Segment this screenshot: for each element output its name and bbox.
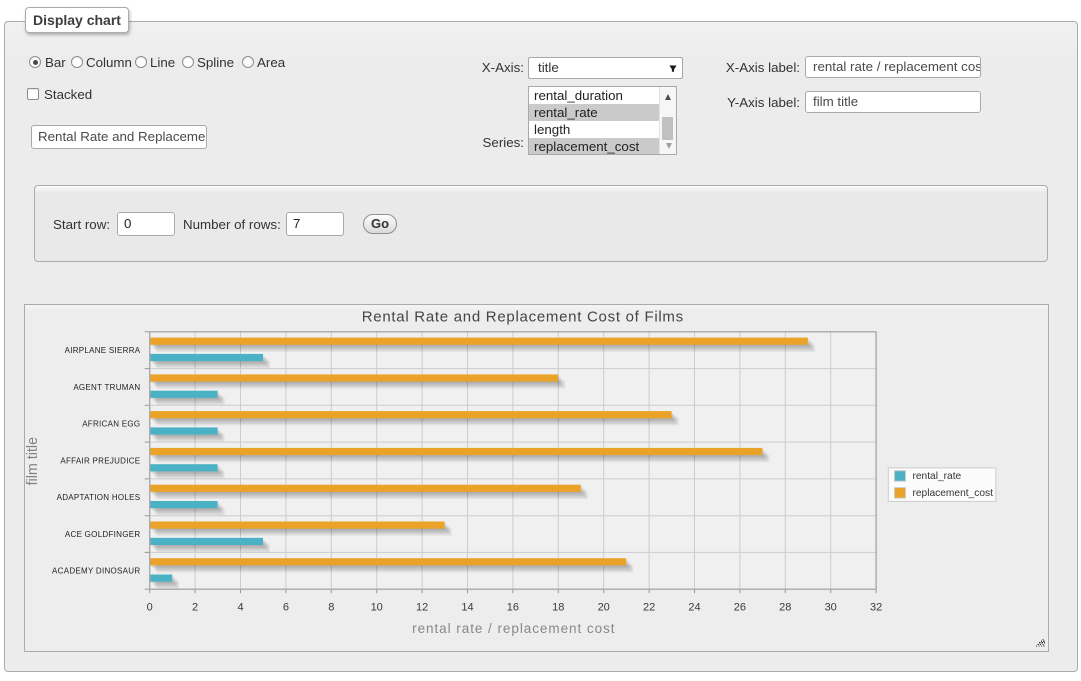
svg-text:10: 10 bbox=[371, 602, 383, 614]
svg-text:28: 28 bbox=[779, 602, 791, 614]
svg-text:22: 22 bbox=[643, 602, 655, 614]
svg-text:film title: film title bbox=[25, 437, 41, 486]
svg-text:replacement_cost: replacement_cost bbox=[913, 488, 994, 499]
svg-text:30: 30 bbox=[825, 602, 837, 614]
svg-text:4: 4 bbox=[237, 602, 243, 614]
svg-text:AFFAIR PREJUDICE: AFFAIR PREJUDICE bbox=[60, 456, 140, 465]
svg-text:ACADEMY DINOSAUR: ACADEMY DINOSAUR bbox=[52, 567, 140, 576]
svg-text:2: 2 bbox=[192, 602, 198, 614]
svg-text:8: 8 bbox=[328, 602, 334, 614]
svg-text:rental rate / replacement cost: rental rate / replacement cost bbox=[412, 621, 615, 636]
svg-text:16: 16 bbox=[507, 602, 519, 614]
svg-text:14: 14 bbox=[461, 602, 473, 614]
svg-text:AGENT TRUMAN: AGENT TRUMAN bbox=[73, 383, 140, 392]
svg-text:0: 0 bbox=[147, 602, 153, 614]
svg-text:rental_rate: rental_rate bbox=[913, 471, 962, 482]
svg-text:AFRICAN EGG: AFRICAN EGG bbox=[82, 420, 140, 429]
svg-text:ADAPTATION HOLES: ADAPTATION HOLES bbox=[57, 493, 141, 502]
svg-text:ACE GOLDFINGER: ACE GOLDFINGER bbox=[65, 530, 141, 539]
svg-text:12: 12 bbox=[416, 602, 428, 614]
svg-text:AIRPLANE SIERRA: AIRPLANE SIERRA bbox=[65, 346, 141, 355]
svg-text:20: 20 bbox=[598, 602, 610, 614]
svg-text:6: 6 bbox=[283, 602, 289, 614]
svg-text:26: 26 bbox=[734, 602, 746, 614]
svg-text:24: 24 bbox=[688, 602, 700, 614]
svg-text:18: 18 bbox=[552, 602, 564, 614]
svg-text:32: 32 bbox=[870, 602, 882, 614]
svg-text:Rental Rate and Replacement Co: Rental Rate and Replacement Cost of Film… bbox=[362, 309, 684, 326]
